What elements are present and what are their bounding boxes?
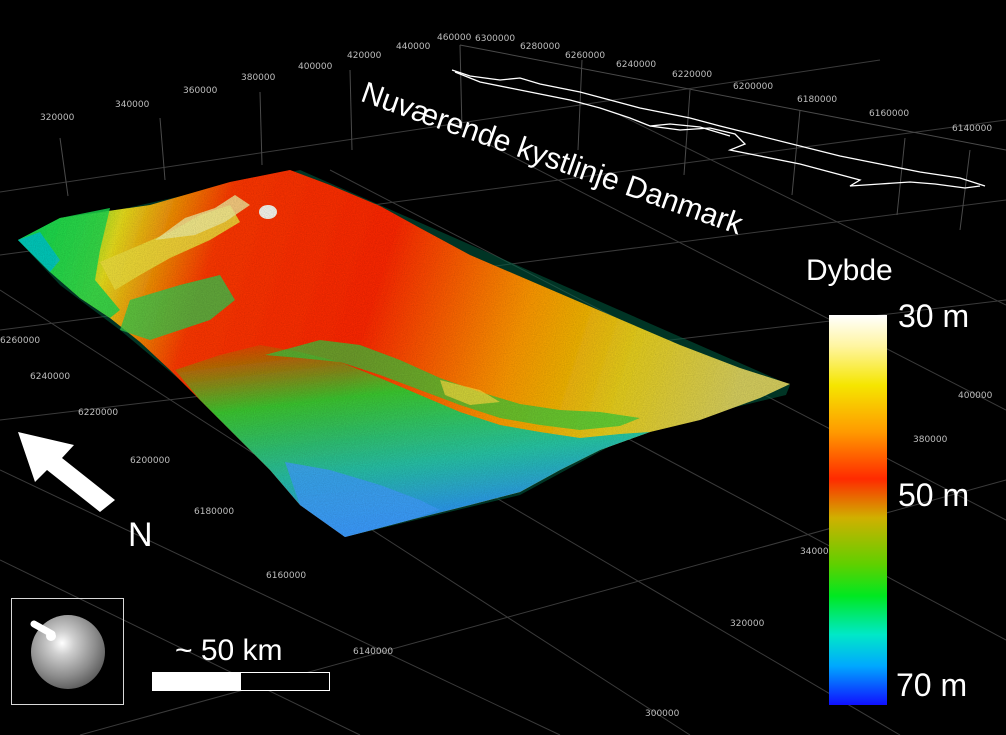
tick-label: 6280000: [520, 42, 560, 52]
tick-label: 6200000: [130, 456, 170, 466]
tick-label: 360000: [183, 86, 218, 96]
scale-label: ~ 50 km: [175, 634, 283, 667]
tick-label: 6140000: [353, 647, 393, 657]
legend-label-shallow: 30 m: [898, 298, 970, 334]
tick-label: 6180000: [194, 507, 234, 517]
tick-label: 440000: [396, 42, 431, 52]
bathymetry-surface: [18, 170, 790, 537]
tick-label: 6240000: [30, 372, 70, 382]
north-label: N: [128, 516, 153, 554]
tick-label: 460000: [437, 33, 472, 43]
legend-label-mid: 50 m: [898, 477, 970, 513]
tick-label: 6240000: [616, 60, 656, 70]
north-arrow-icon: [18, 432, 115, 512]
tick-label: 380000: [913, 435, 948, 445]
tick-label: 320000: [730, 619, 765, 629]
tick-label: 6200000: [733, 82, 773, 92]
orientation-widget[interactable]: [11, 598, 124, 705]
tick-label: 320000: [40, 113, 75, 123]
tick-label: 6300000: [475, 34, 515, 44]
axis-ticks-top-y: 6300000 6280000 6260000 6240000 6220000 …: [475, 34, 992, 134]
tick-label: 300000: [645, 709, 680, 719]
depth-colorbar: [829, 315, 887, 705]
scale-bar: [152, 672, 330, 691]
tick-label: 400000: [298, 62, 333, 72]
tick-label: 6140000: [952, 124, 992, 134]
scale-bar-fill: [153, 673, 241, 690]
tick-label: 6160000: [869, 109, 909, 119]
tick-label: 6220000: [78, 408, 118, 418]
tick-label: 380000: [241, 73, 276, 83]
legend-title: Dybde: [806, 254, 893, 287]
tick-label: 6260000: [0, 336, 40, 346]
tick-label: 6220000: [672, 70, 712, 80]
tick-label: 6260000: [565, 51, 605, 61]
legend-label-deep: 70 m: [896, 667, 968, 703]
tick-label: 340000: [115, 100, 150, 110]
tick-label: 6160000: [266, 571, 306, 581]
tick-label: 6180000: [797, 95, 837, 105]
tick-label: 400000: [958, 391, 993, 401]
tick-label: 420000: [347, 51, 382, 61]
